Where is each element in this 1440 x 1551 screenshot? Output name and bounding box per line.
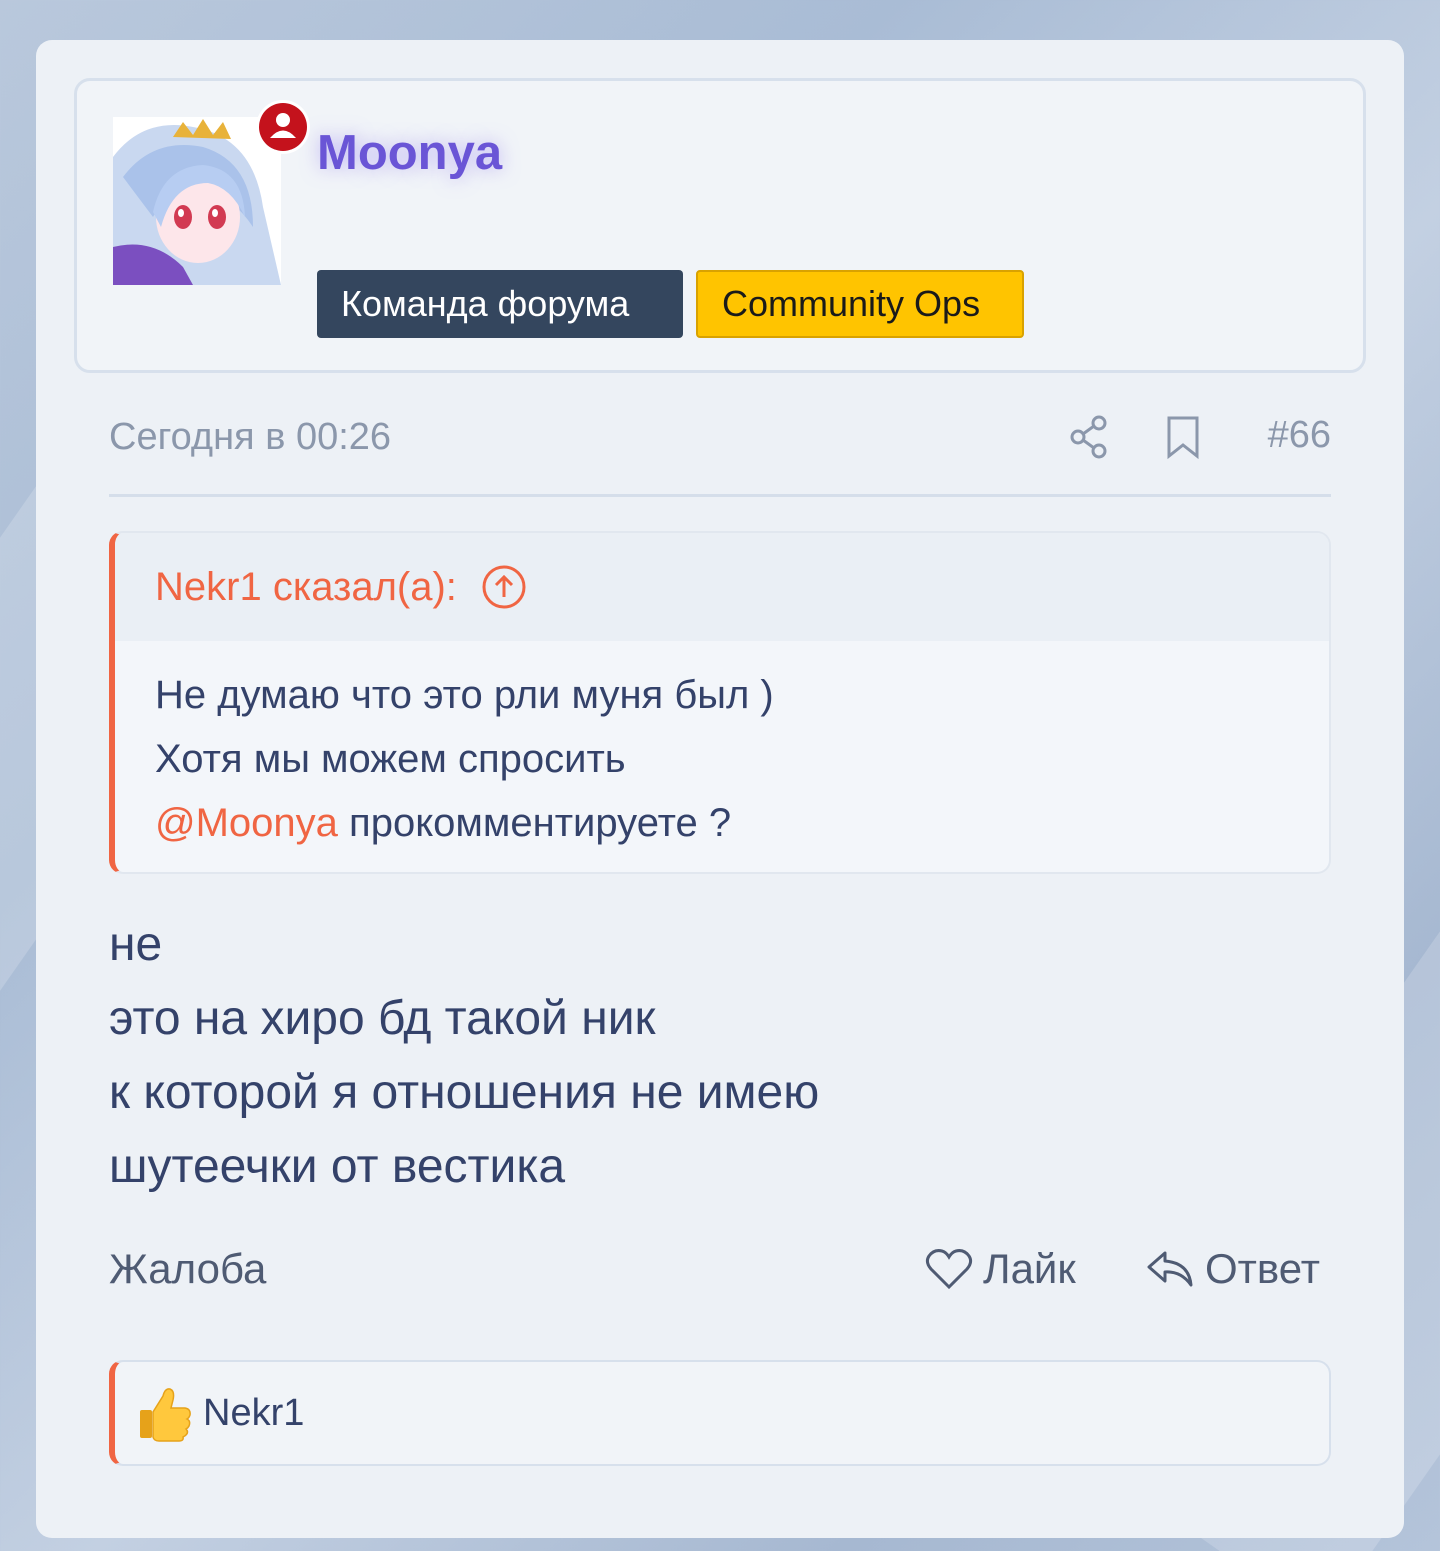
mention-link[interactable]: @Moonya: [155, 801, 338, 845]
badge-community-ops: Community Ops: [696, 270, 1024, 338]
user-online-icon: [256, 100, 310, 154]
post-actions: Жалоба Лайк Ответ: [109, 1245, 1331, 1305]
message-body: не это на хиро бд такой ник к которой я …: [109, 908, 819, 1204]
reply-button[interactable]: Ответ: [1145, 1245, 1320, 1293]
avatar[interactable]: [113, 117, 281, 285]
thumbs-up-icon: [140, 1388, 191, 1442]
bookmark-icon[interactable]: [1165, 414, 1201, 465]
like-label: Лайк: [983, 1245, 1076, 1292]
message-line: не: [109, 918, 163, 971]
username[interactable]: Moonya: [317, 125, 502, 181]
quote-text: Не думаю что это рли муня был ) Хотя мы …: [115, 641, 1329, 855]
report-button[interactable]: Жалоба: [109, 1245, 266, 1293]
post-meta: Сегодня в 00:26 #66: [109, 412, 1331, 497]
share-icon[interactable]: [1069, 414, 1109, 465]
post-number[interactable]: #66: [1268, 414, 1331, 457]
message-line: это на хиро бд такой ник: [109, 992, 656, 1045]
badge-forum-team: Команда форума: [317, 270, 683, 338]
arrow-up-circle-icon[interactable]: [481, 564, 527, 610]
quote-line: @Moonya прокомментируете ?: [155, 791, 1289, 855]
reactions-bar: Nekr1: [109, 1360, 1331, 1466]
reaction-user[interactable]: Nekr1: [203, 1392, 304, 1435]
like-button[interactable]: Лайк: [925, 1245, 1076, 1293]
quote-author-label: Nekr1 сказал(а):: [155, 564, 457, 609]
heart-icon: [925, 1249, 973, 1290]
quote-author[interactable]: Nekr1 сказал(а):: [115, 533, 1329, 641]
author-block: Moonya Команда форума Community Ops: [74, 78, 1366, 373]
post-time[interactable]: Сегодня в 00:26: [109, 416, 391, 459]
message-line: к которой я отношения не имею: [109, 1066, 820, 1119]
reply-label: Ответ: [1205, 1245, 1320, 1292]
post-card: Moonya Команда форума Community Ops Сего…: [36, 40, 1404, 1538]
quote-block: Nekr1 сказал(а): Не думаю что это рли му…: [109, 531, 1331, 874]
reply-icon: [1147, 1251, 1193, 1287]
quote-line-rest: прокомментируете ?: [337, 801, 732, 845]
message-line: шутеечки от вестика: [109, 1140, 566, 1193]
quote-line: Не думаю что это рли муня был ): [155, 673, 774, 717]
quote-line: Хотя мы можем спросить: [155, 737, 626, 781]
